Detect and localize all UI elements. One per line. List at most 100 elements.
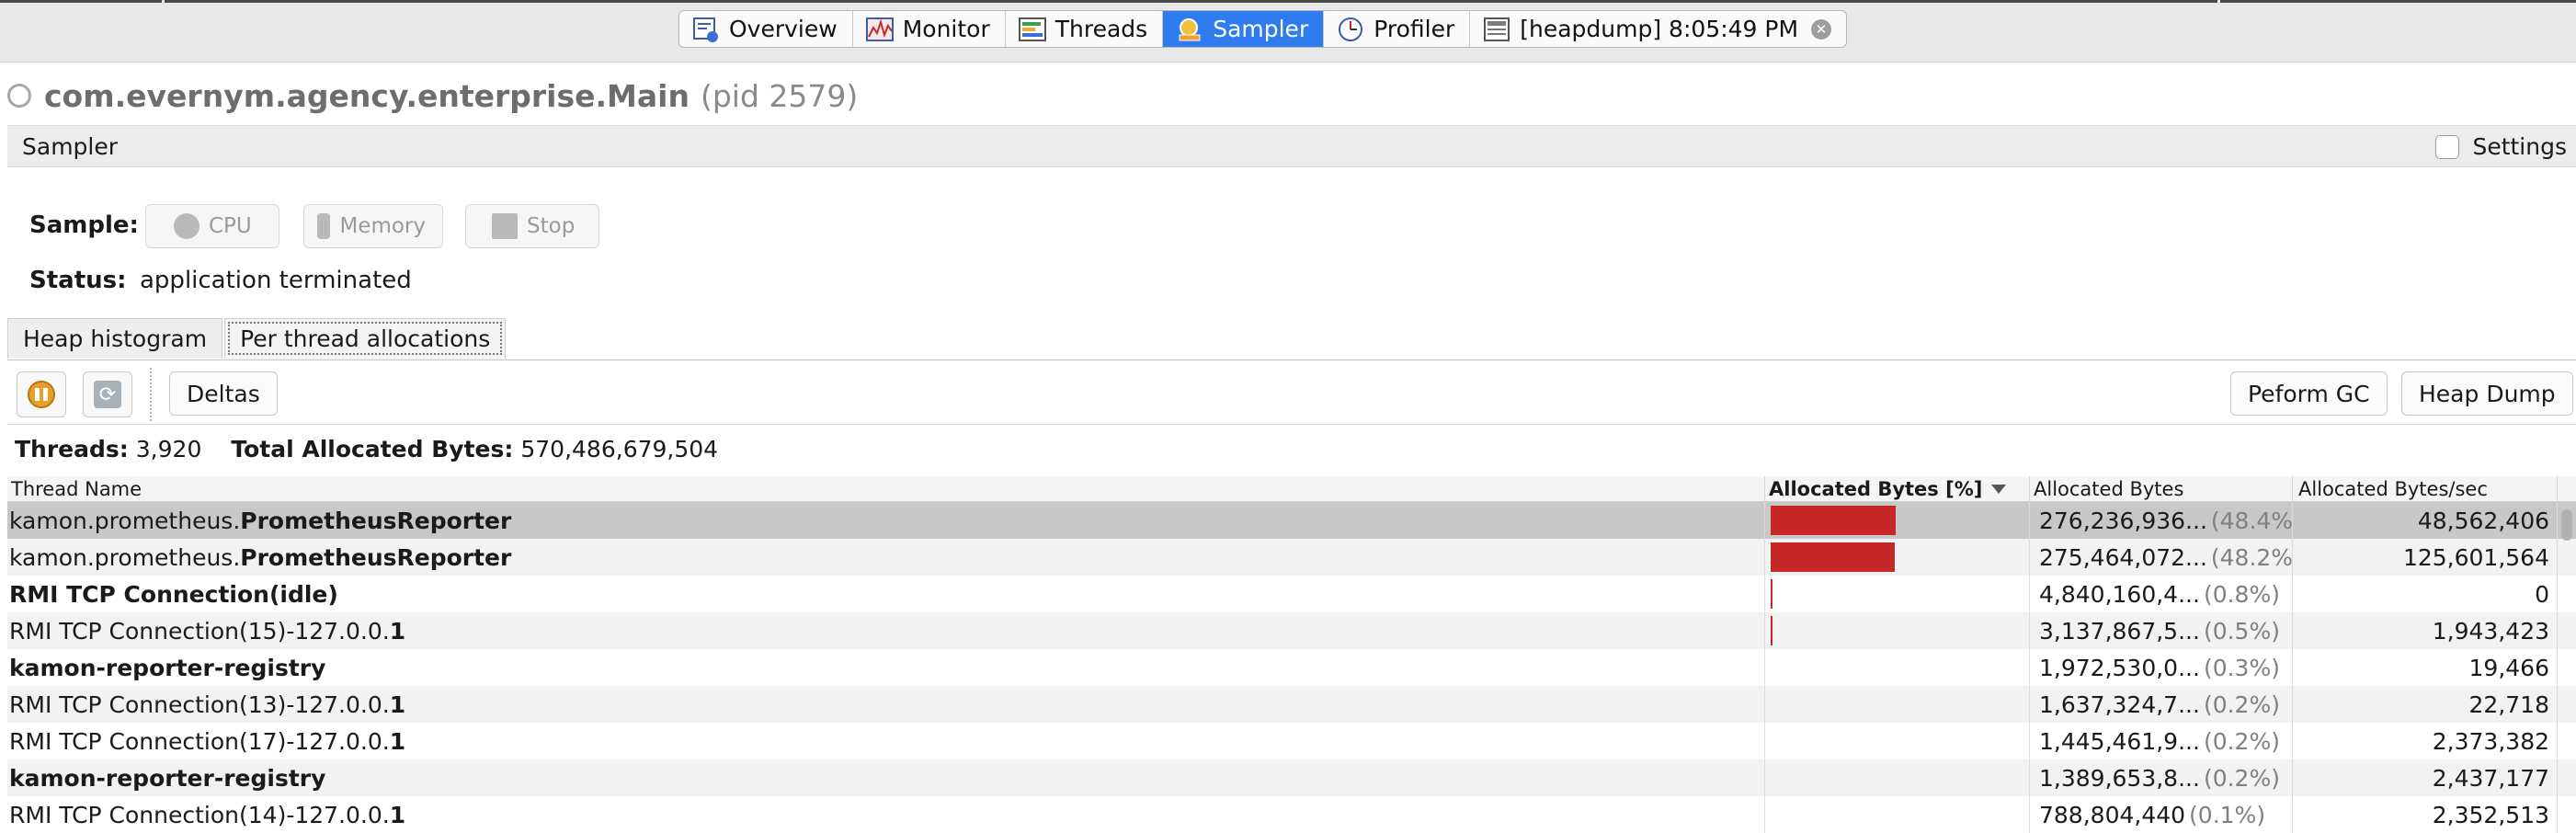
tab-label: [heapdump] 8:05:49 PM bbox=[1520, 16, 1799, 42]
allocated-rate-value: 2,352,513 bbox=[2432, 801, 2549, 828]
allocated-bytes-value: 275,464,072... bbox=[2039, 543, 2207, 571]
allocated-rate-value: 1,943,423 bbox=[2432, 617, 2549, 645]
memory-button[interactable]: Memory bbox=[303, 204, 443, 248]
table-scrollbar[interactable] bbox=[2561, 509, 2572, 541]
allocation-summary: Threads: 3,920 Total Allocated Bytes: 57… bbox=[15, 436, 718, 462]
table-body: kamon.prometheus. PrometheusReporter 276,2… bbox=[7, 502, 2576, 833]
allocation-bar-cell bbox=[1765, 539, 2030, 576]
stop-icon bbox=[492, 213, 518, 239]
allocated-bytes-cell: 788,804,440 (0.1%) bbox=[2030, 796, 2293, 833]
allocation-bar bbox=[1771, 542, 1895, 572]
process-id: (pid 2579) bbox=[700, 77, 859, 114]
column-header-label: Thread Name bbox=[11, 477, 142, 500]
pause-button[interactable] bbox=[17, 371, 66, 417]
allocated-rate-cell: 22,718 bbox=[2293, 686, 2558, 723]
thread-name-cell: kamon.prometheus. PrometheusReporter bbox=[7, 539, 1765, 576]
column-header-allocated-bytes[interactable]: Allocated Bytes bbox=[2030, 476, 2293, 501]
heapdump-icon bbox=[1483, 17, 1510, 42]
table-row[interactable]: RMI TCP Connection(15)-127.0.0. 1 3,137,86… bbox=[7, 612, 2576, 649]
settings-checkbox[interactable] bbox=[2435, 134, 2460, 159]
table-row[interactable]: RMI TCP Connection(14)-127.0.0. 1 788,804,… bbox=[7, 796, 2576, 833]
allocated-bytes-value: 1,445,461,9... bbox=[2039, 727, 2200, 755]
total-allocated-label: Total Allocated Bytes: bbox=[231, 436, 514, 462]
tab-profiler[interactable]: Profiler bbox=[1324, 11, 1471, 47]
thread-name-bold: 1 bbox=[389, 727, 406, 755]
results-toolbar: ⟳ Deltas Peform GC Heap Dump bbox=[7, 362, 2576, 425]
tab-overview[interactable]: Overview bbox=[679, 11, 853, 47]
thread-name-bold: RMI TCP Connection(idle) bbox=[9, 580, 338, 608]
tab-per-thread-allocations[interactable]: Per thread allocations bbox=[224, 318, 507, 359]
deltas-button-label: Deltas bbox=[187, 380, 260, 407]
allocated-bytes-cell: 4,840,160,4... (0.8%) bbox=[2030, 576, 2293, 612]
tab-heapdump[interactable]: [heapdump] 8:05:49 PM ✕ bbox=[1470, 11, 1846, 47]
table-row[interactable]: kamon.prometheus. PrometheusReporter 275,4… bbox=[7, 539, 2576, 576]
column-header-allocated-rate[interactable]: Allocated Bytes/sec bbox=[2293, 476, 2558, 501]
view-tab-bar: Overview Monitor Threads Sampler Profile… bbox=[0, 0, 2576, 63]
refresh-button[interactable]: ⟳ bbox=[83, 371, 132, 417]
perform-gc-button-label: Peform GC bbox=[2248, 380, 2370, 407]
status-label: Status: bbox=[29, 267, 127, 294]
allocated-bytes-value: 1,389,653,8... bbox=[2039, 764, 2200, 792]
allocation-bar bbox=[1771, 506, 1896, 535]
thread-name-prefix: kamon.prometheus. bbox=[9, 507, 241, 534]
allocated-rate-value: 48,562,406 bbox=[2417, 507, 2549, 534]
table-row[interactable]: RMI TCP Connection(17)-127.0.0. 1 1,445,46… bbox=[7, 723, 2576, 759]
table-row[interactable]: kamon-reporter-registry 1,389,653,8... (0.… bbox=[7, 759, 2576, 796]
allocated-bytes-cell: 276,236,936... (48.4%) bbox=[2030, 502, 2293, 539]
tab-sampler[interactable]: Sampler bbox=[1163, 11, 1325, 47]
allocated-rate-cell: 2,437,177 bbox=[2293, 759, 2558, 796]
thread-name-prefix: RMI TCP Connection(17)-127.0.0. bbox=[9, 727, 390, 755]
allocated-rate-value: 2,437,177 bbox=[2432, 764, 2549, 792]
close-icon[interactable]: ✕ bbox=[1811, 18, 1832, 40]
title-bar-divider bbox=[162, 0, 165, 6]
heap-dump-button[interactable]: Heap Dump bbox=[2401, 371, 2573, 416]
column-header-label: Allocated Bytes [%] bbox=[1769, 477, 1983, 500]
allocated-percent-value: (0.5%) bbox=[2203, 617, 2280, 645]
allocation-bar-cell bbox=[1765, 796, 2030, 833]
table-row[interactable]: kamon.prometheus. PrometheusReporter 276,2… bbox=[7, 502, 2576, 539]
perform-gc-button[interactable]: Peform GC bbox=[2230, 371, 2388, 416]
allocated-rate-value: 22,718 bbox=[2468, 690, 2549, 718]
stop-button-label: Stop bbox=[527, 214, 576, 238]
allocated-bytes-value: 3,137,867,5... bbox=[2039, 617, 2200, 645]
thread-name-cell: RMI TCP Connection(idle) bbox=[7, 576, 1765, 612]
table-row[interactable]: RMI TCP Connection(13)-127.0.0. 1 1,637,32… bbox=[7, 686, 2576, 723]
view-tabs: Overview Monitor Threads Sampler Profile… bbox=[678, 10, 1848, 48]
thread-allocations-table: Thread Name Allocated Bytes [%] Allocate… bbox=[7, 476, 2576, 833]
thread-name-bold: PrometheusReporter bbox=[240, 507, 512, 534]
thread-name-cell: RMI TCP Connection(14)-127.0.0. 1 bbox=[7, 796, 1765, 833]
stop-button[interactable]: Stop bbox=[465, 204, 599, 248]
thread-name-cell: kamon.prometheus. PrometheusReporter bbox=[7, 502, 1765, 539]
settings-toggle[interactable]: Settings bbox=[2435, 133, 2567, 160]
sort-descending-icon bbox=[1991, 484, 2007, 494]
table-row[interactable]: RMI TCP Connection(idle) 4,840,160,4... (0… bbox=[7, 576, 2576, 612]
allocated-bytes-cell: 1,637,324,7... (0.2%) bbox=[2030, 686, 2293, 723]
tab-label: Per thread allocations bbox=[240, 325, 491, 352]
allocated-rate-cell: 1,943,423 bbox=[2293, 612, 2558, 649]
table-row[interactable]: kamon-reporter-registry 1,972,530,0... (0.… bbox=[7, 649, 2576, 686]
status-value: application terminated bbox=[140, 267, 412, 294]
allocated-percent-value: (48.2%) bbox=[2210, 543, 2293, 571]
thread-name-bold: 1 bbox=[389, 690, 406, 718]
allocated-bytes-cell: 275,464,072... (48.2%) bbox=[2030, 539, 2293, 576]
tab-threads[interactable]: Threads bbox=[1006, 11, 1164, 47]
allocated-bytes-value: 276,236,936... bbox=[2039, 507, 2207, 534]
tab-monitor[interactable]: Monitor bbox=[853, 11, 1006, 47]
tab-heap-histogram[interactable]: Heap histogram bbox=[7, 318, 223, 359]
cpu-button-label: CPU bbox=[209, 214, 252, 238]
cpu-button[interactable]: CPU bbox=[145, 204, 279, 248]
allocated-percent-value: (0.8%) bbox=[2203, 580, 2280, 608]
column-header-label: Allocated Bytes bbox=[2034, 477, 2184, 500]
monitor-icon bbox=[865, 17, 894, 42]
total-allocated-value: 570,486,679,504 bbox=[520, 436, 719, 462]
allocated-bytes-value: 788,804,440 bbox=[2039, 801, 2186, 828]
allocated-rate-value: 2,373,382 bbox=[2432, 727, 2549, 755]
allocated-bytes-value: 1,637,324,7... bbox=[2039, 690, 2200, 718]
deltas-button[interactable]: Deltas bbox=[169, 371, 278, 416]
table-header: Thread Name Allocated Bytes [%] Allocate… bbox=[7, 476, 2576, 502]
allocated-rate-cell: 19,466 bbox=[2293, 649, 2558, 686]
sample-label: Sample: bbox=[29, 211, 139, 239]
column-header-thread-name[interactable]: Thread Name bbox=[7, 476, 1765, 501]
column-header-allocated-percent[interactable]: Allocated Bytes [%] bbox=[1765, 476, 2030, 501]
allocated-rate-cell: 48,562,406 bbox=[2293, 502, 2558, 539]
